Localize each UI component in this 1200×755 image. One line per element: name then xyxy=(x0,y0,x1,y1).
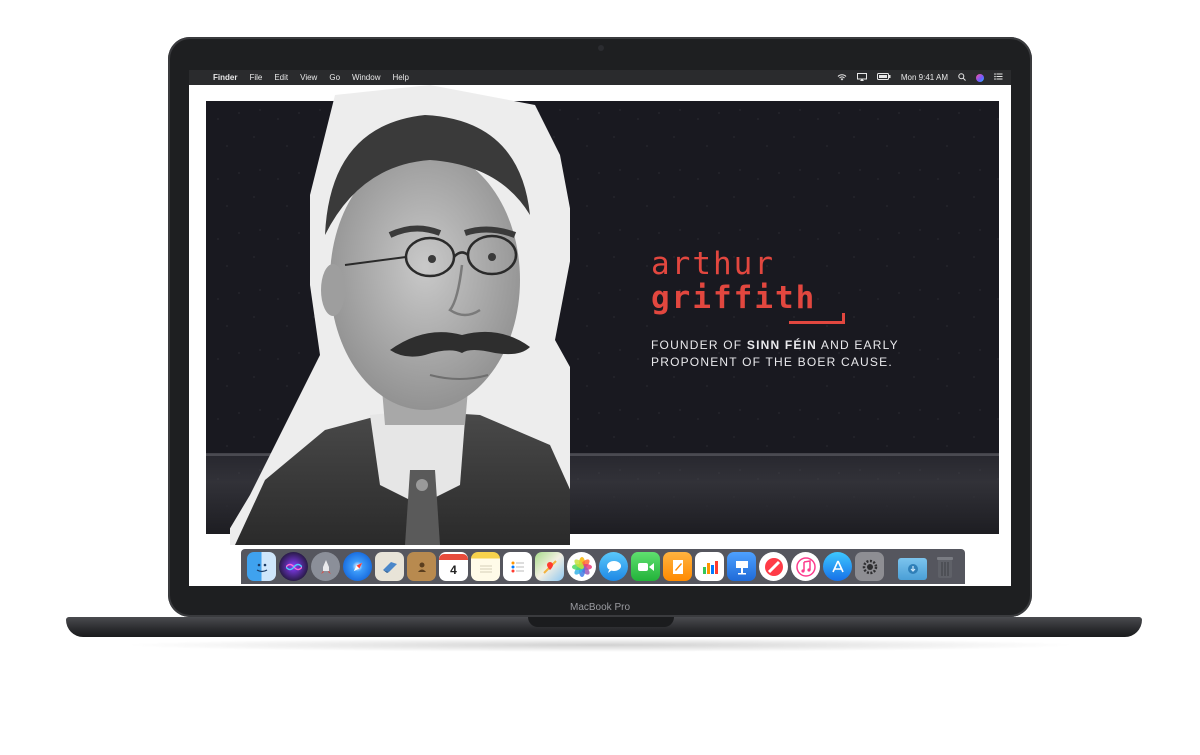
launchpad-dock-icon[interactable] xyxy=(311,552,340,581)
news-dock-icon[interactable] xyxy=(759,552,788,581)
menu-window[interactable]: Window xyxy=(352,73,380,82)
maps-dock-icon[interactable] xyxy=(535,552,564,581)
calendar-header xyxy=(439,554,468,560)
reminders-dock-icon[interactable] xyxy=(503,552,532,581)
app-store-dock-icon[interactable] xyxy=(823,552,852,581)
menu-help[interactable]: Help xyxy=(392,73,408,82)
camera-icon xyxy=(598,45,604,51)
hero-first-name: arthur xyxy=(651,246,775,282)
menu-finder[interactable]: Finder xyxy=(213,73,237,82)
itunes-dock-icon[interactable] xyxy=(791,552,820,581)
spotlight-search-icon[interactable] xyxy=(958,72,966,83)
status-area: Mon 9:41 AM xyxy=(837,70,1003,85)
finder-dock-icon[interactable] xyxy=(247,552,276,581)
safari-dock-icon[interactable] xyxy=(343,552,372,581)
menu-go[interactable]: Go xyxy=(329,73,340,82)
notification-center-icon[interactable] xyxy=(994,73,1003,82)
device-label: MacBook Pro xyxy=(569,602,631,613)
wifi-icon[interactable] xyxy=(837,73,847,83)
mail-dock-icon[interactable] xyxy=(375,552,404,581)
menu-bar: Finder File Edit View Go Window Help Mon… xyxy=(189,70,1011,85)
notes-dock-icon[interactable] xyxy=(471,552,500,581)
battery-icon[interactable] xyxy=(876,73,891,82)
calendar-day: 4 xyxy=(450,562,457,577)
siri-icon[interactable] xyxy=(976,73,984,82)
hero-tagline: FOUNDER OF SINN FÉIN AND EARLY PROPONENT… xyxy=(651,337,911,371)
contacts-dock-icon[interactable] xyxy=(407,552,436,581)
messages-dock-icon[interactable] xyxy=(599,552,628,581)
accent-underline xyxy=(789,321,845,324)
tagline-emphasis: SINN FÉIN xyxy=(746,338,818,352)
tagline-text-start: FOUNDER OF xyxy=(651,338,747,352)
hero-last-name: griffith xyxy=(651,280,817,316)
photos-dock-icon[interactable] xyxy=(567,552,596,581)
airplay-icon[interactable] xyxy=(856,72,867,83)
trash-icon[interactable] xyxy=(930,552,959,581)
facetime-dock-icon[interactable] xyxy=(631,552,660,581)
menu-file[interactable]: File xyxy=(249,73,262,82)
menu-view[interactable]: View xyxy=(300,73,317,82)
portrait-photo xyxy=(220,85,630,545)
laptop-hinge-notch xyxy=(528,617,674,627)
numbers-dock-icon[interactable] xyxy=(695,552,724,581)
pages-dock-icon[interactable] xyxy=(663,552,692,581)
menu-clock[interactable]: Mon 9:41 AM xyxy=(901,73,948,82)
menu-edit[interactable]: Edit xyxy=(274,73,288,82)
system-preferences-dock-icon[interactable] xyxy=(855,552,884,581)
keynote-dock-icon[interactable] xyxy=(727,552,756,581)
dock: 4 xyxy=(241,549,965,584)
accent-tick xyxy=(842,313,845,324)
calendar-dock-icon[interactable]: 4 xyxy=(439,552,468,581)
downloads-folder-icon[interactable] xyxy=(898,557,927,580)
siri-dock-icon[interactable] xyxy=(279,552,308,581)
laptop-shadow xyxy=(120,638,1080,652)
